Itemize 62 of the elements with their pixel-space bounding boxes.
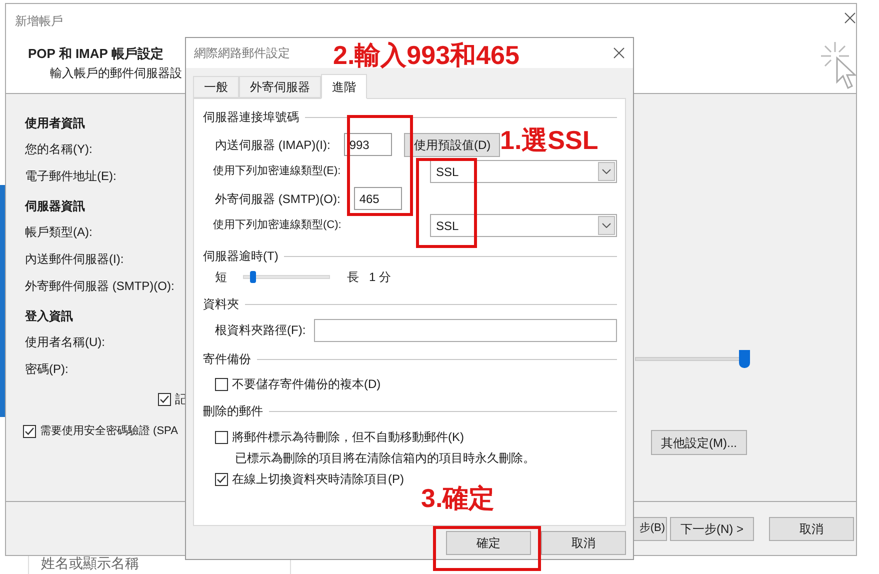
section-heading: 伺服器資訊 — [25, 198, 86, 214]
annotation-text: 3.確定 — [421, 483, 495, 513]
header-subtitle: 輸入帳戶的郵件伺服器設 — [49, 64, 182, 82]
window-title: 新增帳戶 — [15, 13, 63, 30]
dialog-button[interactable]: 確定 — [446, 530, 531, 554]
slider-thumb[interactable] — [250, 271, 256, 283]
checkbox-label: 不要儲存寄件備份的複本(D) — [232, 376, 381, 393]
section-heading: 登入資訊 — [25, 308, 74, 324]
field-label: 外寄郵件伺服器 (SMTP)(O): — [25, 278, 176, 294]
slider-thumb[interactable] — [739, 350, 750, 368]
checkbox-label: 在線上切換資料夾時清除項目(P) — [232, 471, 404, 488]
wizard-button[interactable]: 下一步(N) > — [670, 516, 754, 540]
chevron-down-icon — [602, 169, 611, 174]
encryption-dropdown[interactable]: SSL — [430, 160, 617, 183]
close-icon[interactable] — [844, 12, 856, 24]
wizard-button[interactable]: 取消 — [769, 516, 854, 540]
field-label: 使用下列加密連線類型(E): — [213, 164, 341, 180]
checkbox[interactable] — [215, 378, 228, 390]
more-settings-button[interactable]: 其他設定(M)... — [651, 430, 747, 455]
checkbox[interactable] — [158, 392, 171, 406]
group-heading: 刪除的郵件 — [203, 403, 263, 420]
section-heading: 使用者資訊 — [25, 114, 86, 132]
field-label: 您的名稱(Y): — [25, 140, 94, 158]
field-label: 使用者名稱(U): — [25, 334, 106, 350]
field-label: 密碼(P): — [25, 360, 70, 378]
checkbox[interactable] — [215, 472, 228, 486]
checkbox-label: 將郵件標示為待刪除，但不自動移動郵件(K) — [232, 429, 464, 446]
group-heading: 資料夾 — [203, 296, 239, 313]
group-heading: 寄件備份 — [203, 351, 251, 368]
tab[interactable]: 一般 — [193, 76, 239, 98]
field-label: 帳戶類型(A): — [25, 224, 94, 240]
group-heading: 伺服器連接埠號碼 — [203, 109, 299, 126]
close-icon[interactable] — [613, 47, 625, 59]
field-label: 內送郵件伺服器(I): — [25, 250, 125, 268]
annotation-text: 1.選SSL — [500, 125, 598, 155]
field-label: 根資料夾路徑(F): — [215, 322, 306, 339]
slider-label: 長 — [347, 269, 359, 286]
group-heading: 伺服器逾時(T) — [203, 248, 278, 265]
slider[interactable] — [635, 350, 751, 368]
note-text: 已標示為刪除的項目將在清除信箱內的項目時永久刪除。 — [234, 450, 536, 467]
column-header: 姓名或顯示名稱 — [41, 554, 139, 572]
header-title: POP 和 IMAP 帳戶設定 — [28, 45, 164, 63]
default-button[interactable]: 使用預設值(D) — [404, 132, 500, 156]
checkbox-label: 需要使用安全密碼驗證 (SPA — [40, 424, 178, 439]
port-input[interactable]: 993 — [344, 133, 392, 156]
dialog-title: 網際網路郵件設定 — [194, 45, 290, 62]
timeout-value: 1 分 — [369, 269, 392, 286]
field-label: 電子郵件地址(E): — [25, 168, 118, 184]
field-label: 外寄伺服器 (SMTP)(O): — [215, 190, 340, 208]
tab[interactable]: 進階 — [321, 74, 367, 99]
dialog-button[interactable]: 取消 — [541, 530, 626, 554]
slider-label: 短 — [215, 269, 227, 286]
tab[interactable]: 外寄伺服器 — [239, 76, 321, 98]
annotation-text: 2.輸入993和465 — [333, 40, 520, 70]
root-folder-input[interactable] — [314, 318, 617, 342]
field-label: 內送伺服器 (IMAP)(I): — [215, 136, 330, 154]
port-input[interactable]: 465 — [354, 187, 402, 210]
field-label: 使用下列加密連線類型(C): — [213, 218, 342, 234]
encryption-dropdown[interactable]: SSL — [430, 214, 617, 237]
checkbox[interactable] — [215, 430, 228, 444]
checkbox[interactable] — [23, 424, 36, 438]
chevron-down-icon — [602, 223, 611, 228]
